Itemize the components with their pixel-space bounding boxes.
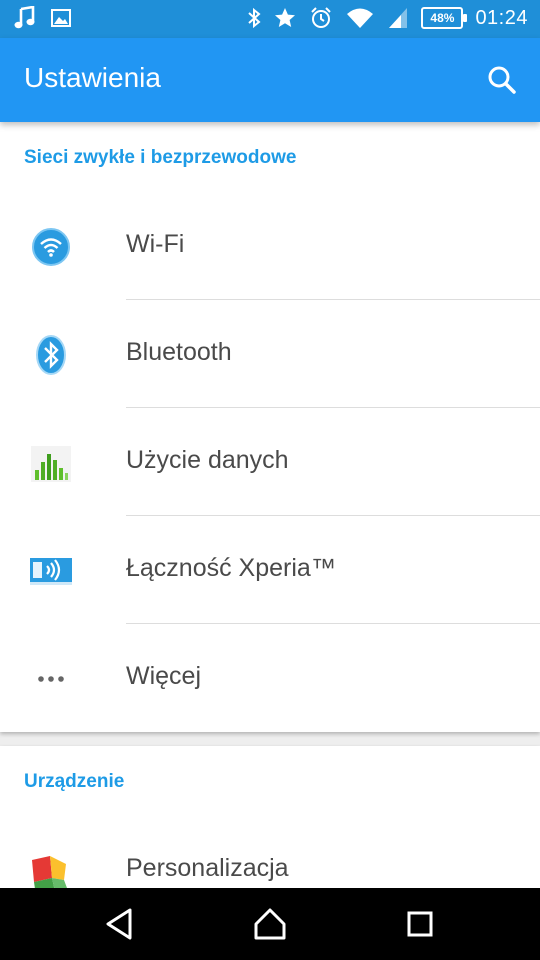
status-bar: 48% 01:24: [0, 0, 540, 38]
page-title: Ustawienia: [24, 62, 161, 93]
navigation-bar: [0, 888, 540, 960]
app-bar: Ustawienia: [0, 38, 540, 122]
section-card-device: Urządzenie Personalizacja: [0, 746, 540, 896]
settings-item-label: Wi-Fi: [126, 230, 185, 258]
settings-item-label: Bluetooth: [126, 338, 232, 366]
more-icon: [38, 676, 64, 682]
bluetooth-settings-icon: [36, 335, 66, 375]
alarm-icon: [311, 7, 332, 28]
settings-item-label: Personalizacja: [126, 854, 289, 882]
recents-icon[interactable]: [400, 904, 440, 944]
data-usage-icon: [31, 446, 71, 482]
status-right: 48% 01:24: [247, 6, 528, 30]
section-title-networks: Sieci zwykłe i bezprzewodowe: [24, 147, 297, 168]
settings-item-bluetooth[interactable]: Bluetooth: [0, 300, 540, 408]
wifi-icon: [347, 8, 374, 28]
settings-item-wifi[interactable]: Wi-Fi: [0, 192, 540, 300]
bluetooth-icon: [248, 7, 261, 29]
status-left: [14, 6, 72, 30]
settings-item-more[interactable]: Więcej: [0, 624, 540, 732]
search-icon[interactable]: [482, 60, 522, 100]
xperia-connectivity-icon: [30, 558, 72, 585]
battery-level: 48%: [430, 11, 455, 25]
status-time: 01:24: [475, 6, 528, 29]
music-icon: [14, 6, 35, 29]
settings-item-label: Więcej: [126, 662, 202, 690]
settings-item-label: Użycie danych: [126, 446, 289, 474]
home-icon[interactable]: [250, 904, 290, 944]
image-icon: [51, 9, 71, 27]
battery-icon: 48%: [421, 7, 468, 29]
section-card-networks: Sieci zwykłe i bezprzewodowe Wi-Fi Bluet…: [0, 122, 540, 732]
section-title-device: Urządzenie: [24, 771, 125, 792]
wifi-settings-icon: [32, 228, 70, 266]
settings-item-data-usage[interactable]: Użycie danych: [0, 408, 540, 516]
signal-icon: [389, 8, 408, 28]
back-icon[interactable]: [100, 904, 140, 944]
settings-item-label: Łączność Xperia™: [126, 554, 336, 582]
settings-item-xperia-connectivity[interactable]: Łączność Xperia™: [0, 516, 540, 624]
star-icon: [275, 8, 296, 27]
